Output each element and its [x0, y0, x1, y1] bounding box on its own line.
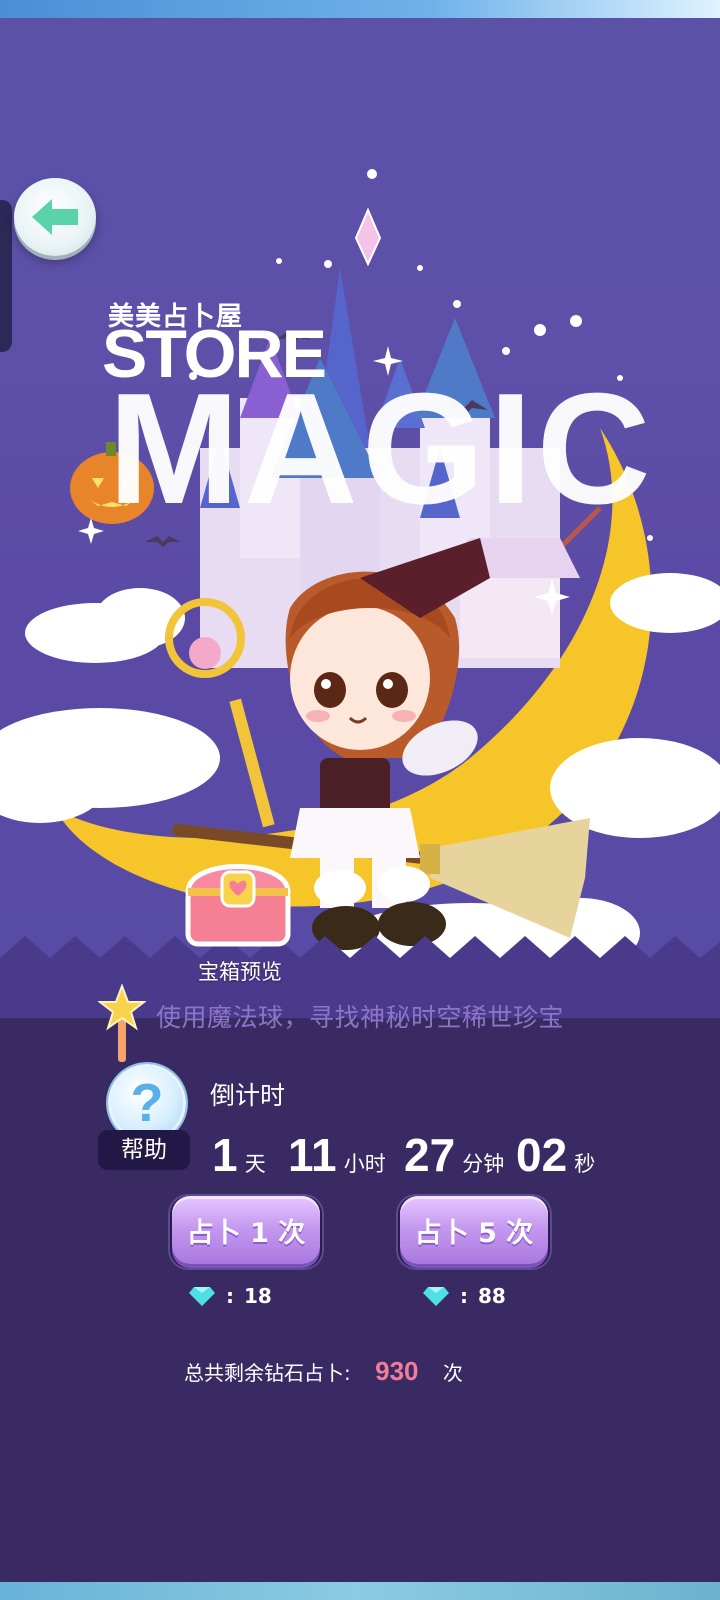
back-button[interactable] — [14, 178, 96, 256]
countdown-hours-unit: 小时 — [343, 1152, 386, 1176]
diamond-icon — [189, 1287, 215, 1306]
help-label[interactable]: 帮助 — [98, 1130, 190, 1170]
countdown-hours-value: 11 — [288, 1129, 337, 1181]
countdown-days-value: 1 — [212, 1129, 238, 1181]
hint-text: 使用魔法球，寻找神秘时空稀世珍宝 — [156, 1003, 565, 1032]
draw-once-button[interactable]: 占卜 1 次 — [168, 1194, 324, 1270]
countdown-minutes-value: 27 — [404, 1129, 456, 1181]
question-mark-icon: ? — [130, 1073, 164, 1133]
countdown-seconds-value: 02 — [516, 1129, 568, 1181]
side-drawer-handle[interactable] — [0, 200, 12, 352]
remaining-draws-unit: 次 — [442, 1361, 463, 1385]
countdown-seconds-unit: 秒 — [574, 1152, 596, 1176]
draw-once-cost: : 18 — [188, 1284, 272, 1308]
brand-title-magic: MAGIC — [108, 361, 655, 537]
screen: 美美占卜屋 STORE MAGIC 宝箱预览 使用魔法球，寻找神秘时空稀世珍宝 — [0, 0, 720, 1600]
draw-five-button[interactable]: 占卜 5 次 — [396, 1194, 552, 1270]
crystal — [354, 207, 382, 267]
countdown-hours: 11 小时 — [288, 1128, 386, 1182]
treasure-chest-icon[interactable] — [182, 850, 294, 950]
countdown-minutes: 27 分钟 — [404, 1128, 504, 1182]
draw-five-cost: : 88 — [422, 1284, 506, 1308]
draw-five-label: 占卜 5 次 — [400, 1196, 548, 1264]
draw-five-cost-value: 88 — [478, 1284, 506, 1308]
countdown-days-unit: 天 — [244, 1152, 266, 1176]
diamond-icon — [423, 1287, 449, 1306]
cost-separator: : — [460, 1284, 468, 1308]
remaining-draws-label: 总共剩余钻石占卜: — [184, 1361, 351, 1385]
countdown-seconds: 02 秒 — [516, 1128, 595, 1182]
hero-scene: 美美占卜屋 STORE MAGIC — [0, 18, 720, 1018]
top-strip — [0, 0, 720, 18]
chest-preview-label[interactable]: 宝箱预览 — [190, 956, 290, 986]
draw-once-cost-value: 18 — [244, 1284, 272, 1308]
remaining-draws: 总共剩余钻石占卜: 930 次 — [184, 1356, 463, 1387]
bottom-strip — [0, 1582, 720, 1600]
remaining-draws-count: 930 — [375, 1356, 419, 1386]
star-wand-icon — [98, 984, 146, 1062]
countdown-title: 倒计时 — [210, 1081, 286, 1110]
back-arrow-icon — [32, 199, 78, 235]
draw-once-label: 占卜 1 次 — [172, 1196, 320, 1264]
countdown-minutes-unit: 分钟 — [462, 1152, 505, 1176]
cost-separator: : — [226, 1284, 234, 1308]
countdown-days: 1 天 — [212, 1128, 266, 1182]
